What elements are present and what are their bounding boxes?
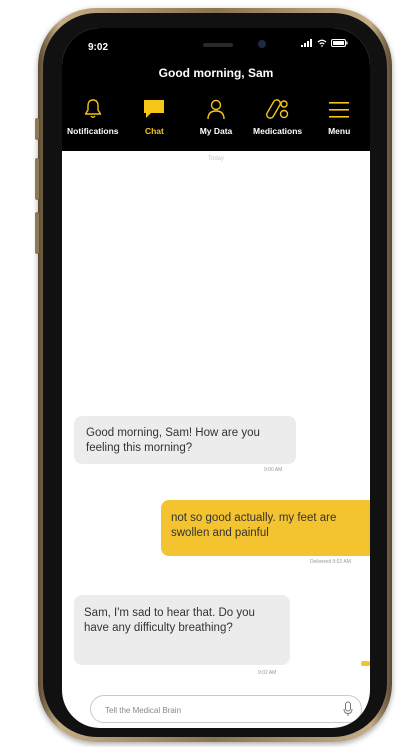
front-camera bbox=[258, 40, 266, 48]
microphone-icon[interactable] bbox=[343, 701, 353, 717]
silent-switch bbox=[35, 118, 39, 140]
message-timestamp: 9:02 AM bbox=[258, 670, 277, 676]
message-text: Good morning, Sam! How are you feeling t… bbox=[86, 427, 260, 454]
bell-icon bbox=[84, 99, 101, 118]
chat-input[interactable] bbox=[103, 696, 327, 724]
nav-my-data[interactable]: My Data bbox=[185, 94, 247, 142]
status-time: 9:02 bbox=[88, 42, 109, 53]
nav-notifications-label: Notifications bbox=[67, 126, 119, 136]
message-text: not so good actually. my feet are swolle… bbox=[171, 512, 337, 539]
phone-screen: 9:02 Good morning, Sam Notifications Cha… bbox=[62, 28, 370, 728]
chat-input-container bbox=[90, 695, 362, 724]
person-icon bbox=[207, 99, 225, 120]
nav-notifications[interactable]: Notifications bbox=[62, 94, 124, 142]
greeting-title: Good morning, Sam bbox=[158, 66, 274, 80]
volume-up-button bbox=[35, 158, 39, 200]
hamburger-menu-icon bbox=[329, 102, 350, 118]
app-header: 9:02 Good morning, Sam Notifications Cha… bbox=[62, 28, 370, 151]
typing-indicator bbox=[361, 661, 370, 666]
nav-my-data-label: My Data bbox=[199, 126, 233, 136]
status-icons bbox=[301, 39, 348, 47]
bot-message-bubble: Good morning, Sam! How are you feeling t… bbox=[74, 416, 296, 464]
message-timestamp: 9:00 AM bbox=[264, 467, 283, 473]
nav-menu-label: Menu bbox=[328, 126, 351, 136]
nav-chat[interactable]: Chat bbox=[124, 94, 186, 142]
wifi-icon bbox=[317, 39, 327, 47]
message-delivered-status: Delivered 9:02 AM bbox=[310, 559, 351, 565]
earpiece-speaker bbox=[203, 43, 233, 47]
message-text: Sam, I'm sad to hear that. Do you have a… bbox=[84, 607, 255, 634]
user-message-bubble: not so good actually. my feet are swolle… bbox=[161, 500, 370, 556]
nav-medications-label: Medications bbox=[253, 126, 303, 136]
battery-icon bbox=[331, 39, 348, 47]
pills-icon bbox=[265, 99, 288, 119]
date-divider: Today bbox=[207, 156, 224, 162]
nav-medications[interactable]: Medications bbox=[247, 94, 309, 142]
chat-bubble-icon bbox=[144, 100, 165, 118]
main-nav: Notifications Chat My Data Medications M… bbox=[62, 94, 370, 142]
nav-menu[interactable]: Menu bbox=[308, 94, 370, 142]
volume-down-button bbox=[35, 212, 39, 254]
nav-chat-label: Chat bbox=[144, 126, 164, 136]
bot-message-bubble: Sam, I'm sad to hear that. Do you have a… bbox=[74, 595, 290, 665]
signal-icon bbox=[301, 39, 312, 47]
